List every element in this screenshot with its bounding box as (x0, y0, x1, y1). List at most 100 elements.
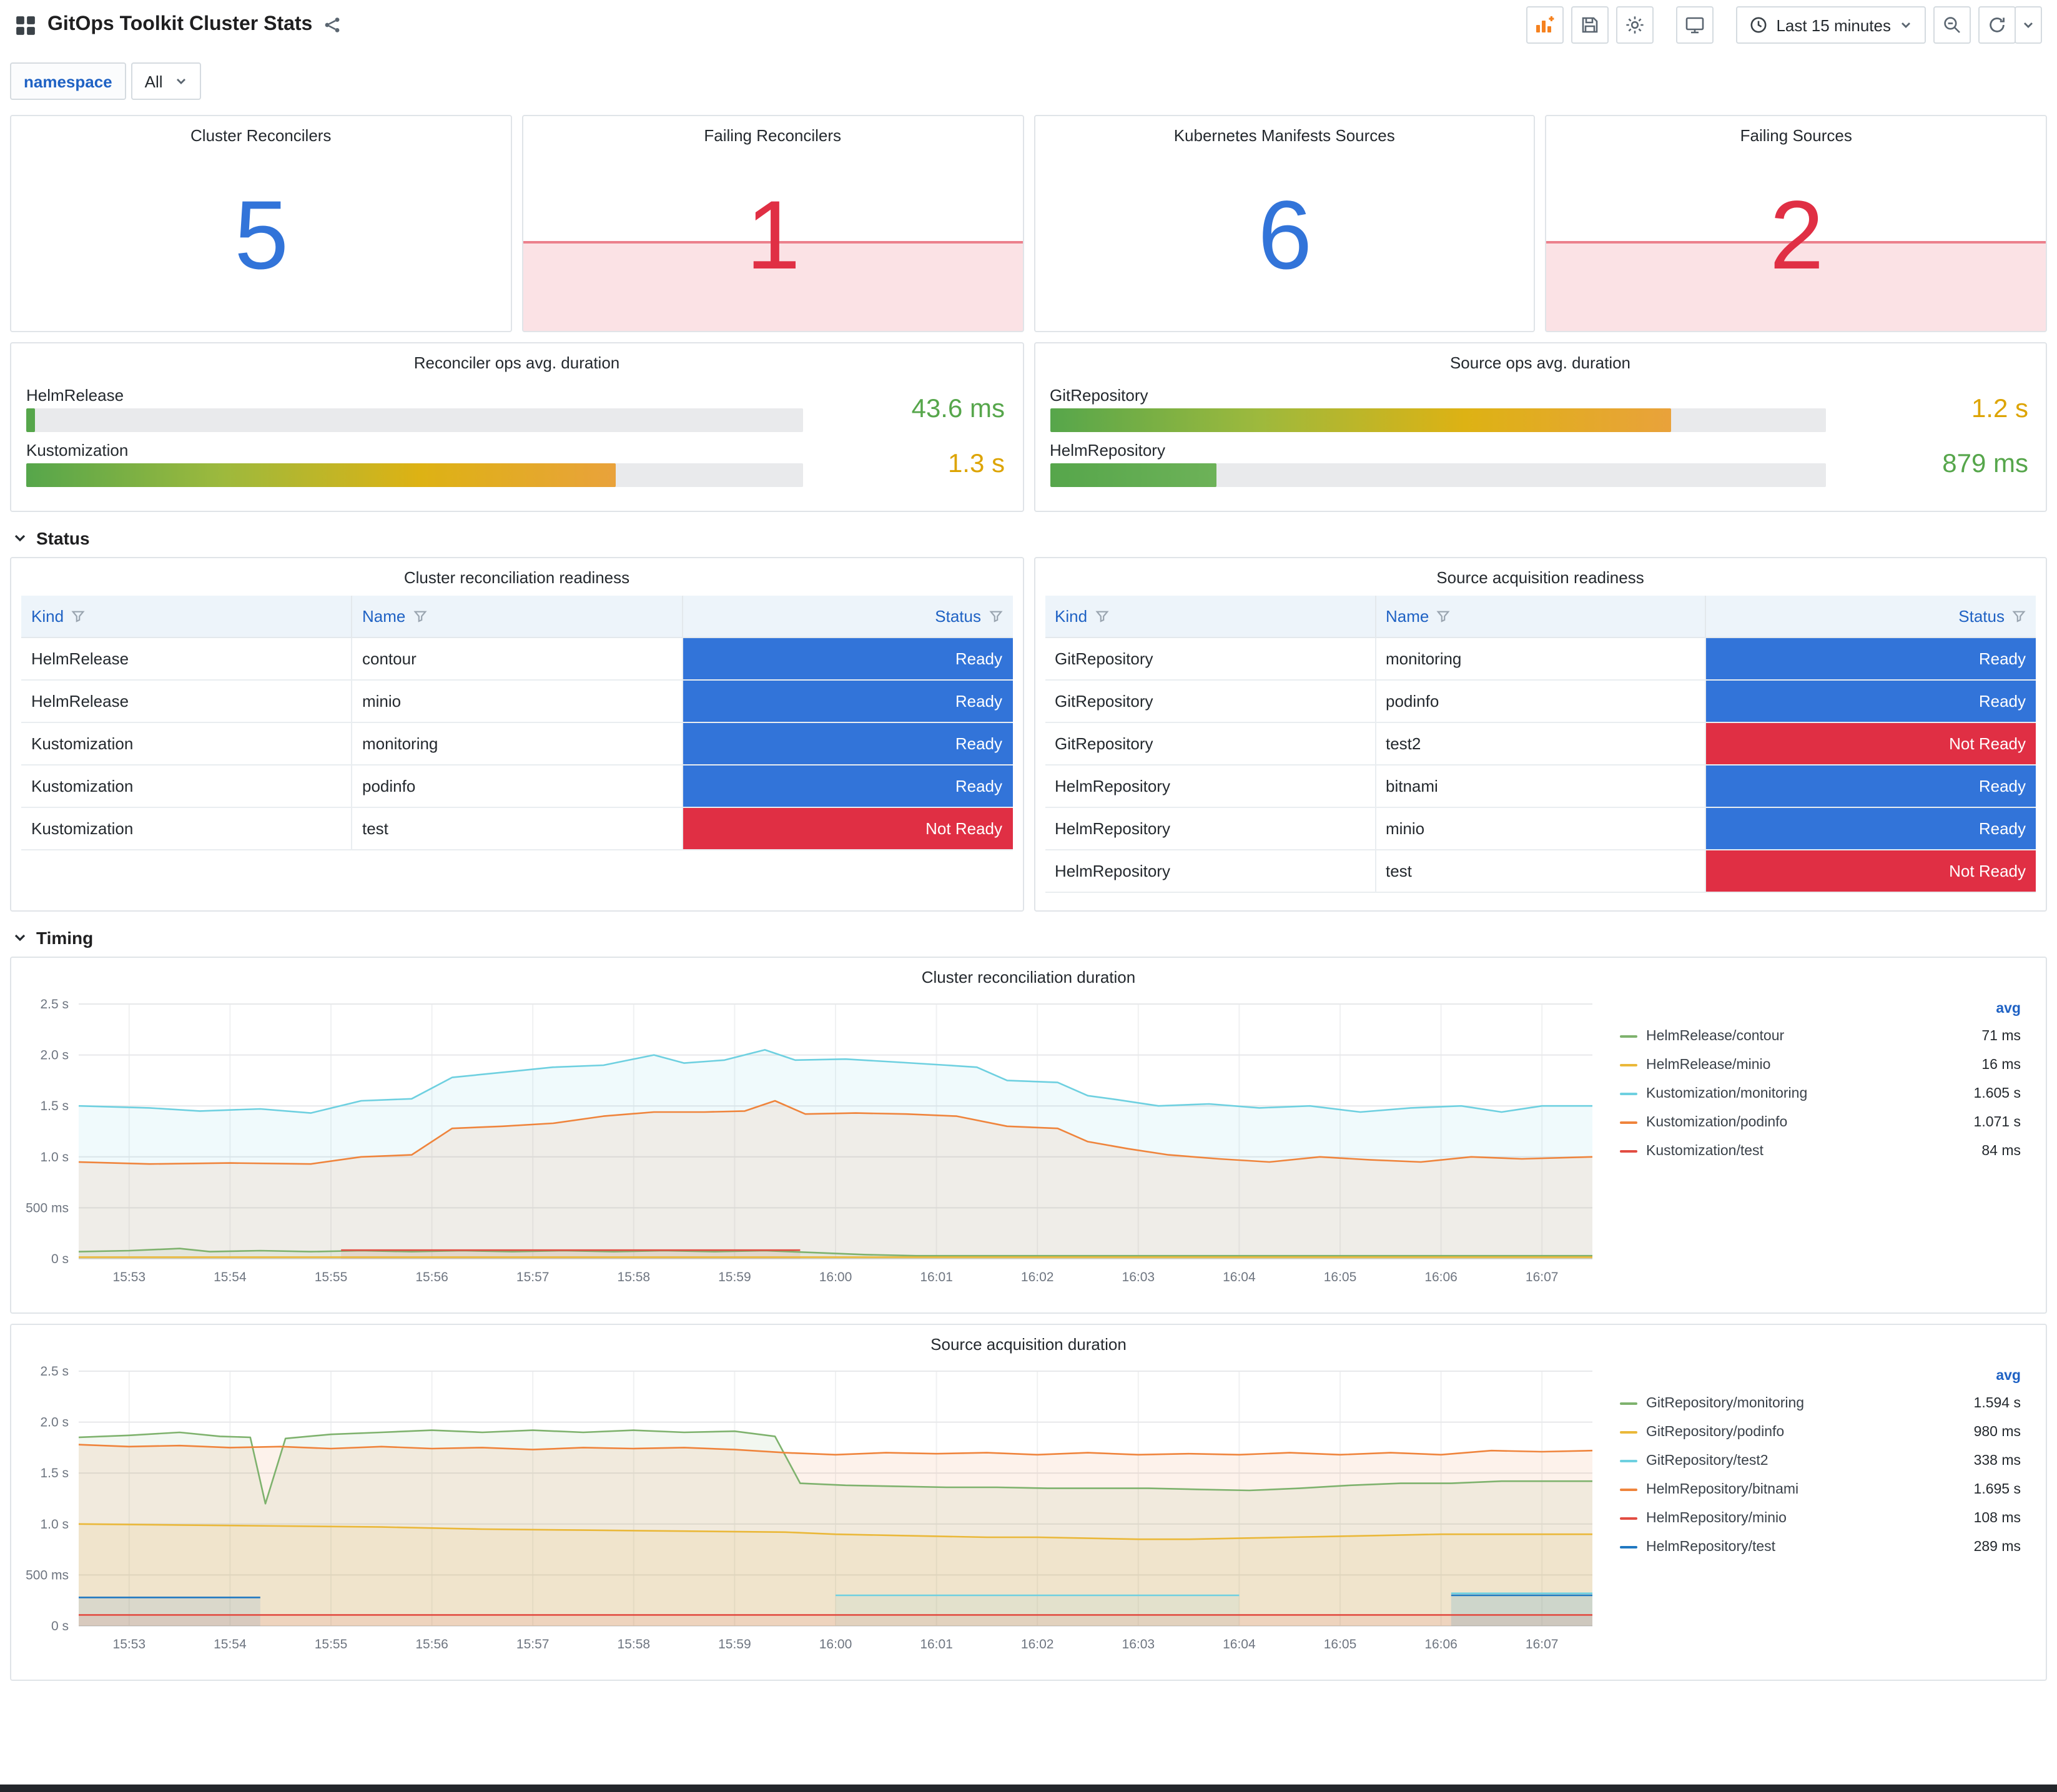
series-color-dash (1620, 1092, 1637, 1095)
share-icon[interactable] (323, 16, 341, 34)
bargauge-item: HelmRelease 43.6 ms (26, 386, 1007, 432)
legend-series-name[interactable]: GitRepository/monitoring (1646, 1396, 1804, 1410)
cell-kind: GitRepository (1045, 637, 1375, 680)
series-color-dash (1620, 1150, 1637, 1152)
column-header-kind[interactable]: Kind (21, 596, 352, 638)
legend-avg-header[interactable]: avg (1620, 1364, 2021, 1389)
legend-series-name[interactable]: HelmRepository/minio (1646, 1510, 1787, 1525)
table-row[interactable]: HelmRelease contour Ready (21, 637, 1012, 680)
legend-series-name[interactable]: Kustomization/monitoring (1646, 1086, 1807, 1101)
bargauge-bar (26, 408, 36, 432)
legend-series-name[interactable]: GitRepository/test2 (1646, 1453, 1768, 1468)
time-range-picker[interactable]: Last 15 minutes (1736, 6, 1926, 44)
legend-series-name[interactable]: Kustomization/test (1646, 1143, 1763, 1158)
filter-icon[interactable] (413, 609, 427, 623)
readiness-table: Kind Name Status GitRepository monitoring Rea… (1045, 596, 2036, 892)
dashboard-title: GitOps Toolkit Cluster Stats (47, 14, 313, 35)
column-header-name[interactable]: Name (1374, 596, 1705, 638)
legend-series-name[interactable]: HelmRelease/minio (1646, 1057, 1770, 1072)
column-header-status[interactable]: Status (1705, 596, 2036, 638)
stat-value: 1 (746, 180, 801, 290)
section-header-status[interactable]: Status (12, 528, 2047, 548)
legend-item: Kustomization/test 84 ms (1620, 1136, 2021, 1165)
panel-title[interactable]: Reconciler ops avg. duration (26, 350, 1007, 377)
x-axis-label: 16:02 (1021, 1270, 1054, 1284)
table-row[interactable]: HelmRepository bitnami Ready (1045, 764, 2036, 807)
section-header-timing[interactable]: Timing (12, 928, 2047, 948)
legend-item: HelmRelease/minio 16 ms (1620, 1050, 2021, 1079)
refresh-button[interactable] (1978, 6, 2016, 44)
bargauge-value: 1.2 s (1971, 394, 2028, 423)
filter-icon[interactable] (1095, 609, 1108, 623)
bargauge-label: HelmRelease (26, 386, 124, 405)
table-row[interactable]: GitRepository test2 Not Ready (1045, 722, 2036, 765)
table-row[interactable]: HelmRepository minio Ready (1045, 807, 2036, 850)
cell-kind: HelmRelease (21, 679, 352, 722)
y-axis-label: 500 ms (26, 1201, 69, 1215)
x-axis-label: 16:07 (1526, 1270, 1559, 1284)
apps-grid-icon[interactable] (15, 14, 36, 36)
table-row[interactable]: Kustomization monitoring Ready (21, 722, 1012, 765)
legend-series-name[interactable]: Kustomization/podinfo (1646, 1115, 1787, 1130)
table-panel: Source acquisition readiness Kind Name Stat… (1033, 557, 2047, 912)
bargauge-bar (26, 463, 616, 487)
table-row[interactable]: Kustomization podinfo Ready (21, 764, 1012, 807)
stat-value: 2 (1769, 180, 1824, 290)
add-panel-button[interactable] (1526, 6, 1564, 44)
x-axis-label: 15:53 (113, 1637, 146, 1652)
panel-title[interactable]: Source acquisition duration (21, 1331, 2036, 1359)
column-header-name[interactable]: Name (351, 596, 682, 638)
legend-item: Kustomization/podinfo 1.071 s (1620, 1108, 2021, 1136)
y-axis-label: 1.0 s (40, 1150, 69, 1164)
panel-title[interactable]: Cluster reconciliation readiness (21, 564, 1012, 592)
table-row[interactable]: GitRepository monitoring Ready (1045, 637, 2036, 680)
table-row[interactable]: HelmRepository test Not Ready (1045, 849, 2036, 892)
series-color-dash (1620, 1459, 1637, 1462)
bargauge-value: 43.6 ms (911, 394, 1005, 423)
bargauge-value: 879 ms (1942, 449, 2028, 478)
y-axis-label: 2.0 s (40, 1415, 69, 1430)
bargauge-track (1050, 408, 1826, 432)
zoom-out-time-button[interactable] (1933, 6, 1971, 44)
legend-avg-value: 289 ms (1973, 1539, 2021, 1554)
dashboard-settings-button[interactable] (1616, 6, 1654, 44)
bargauge-item: GitRepository 1.2 s (1050, 386, 2031, 432)
filter-icon[interactable] (1436, 609, 1450, 623)
chart-canvas[interactable]: 15:53 15:54 15:55 15:56 15:57 15:58 15:59 16:00… (21, 1361, 1607, 1658)
bargauge-bar (1050, 463, 1217, 487)
filter-icon[interactable] (2012, 609, 2026, 623)
panel-title[interactable]: Source ops avg. duration (1050, 350, 2031, 377)
filter-icon[interactable] (989, 609, 1002, 623)
tv-mode-button[interactable] (1676, 6, 1714, 44)
legend-avg-value: 1.605 s (1973, 1086, 2021, 1101)
x-axis-label: 15:56 (415, 1270, 448, 1284)
variable-value-dropdown[interactable]: All (131, 62, 202, 100)
legend-series-name[interactable]: HelmRelease/contour (1646, 1028, 1784, 1043)
table-row[interactable]: GitRepository podinfo Ready (1045, 679, 2036, 722)
x-axis-label: 16:01 (920, 1637, 953, 1652)
column-header-kind[interactable]: Kind (1045, 596, 1375, 638)
series-color-dash (1620, 1121, 1637, 1123)
save-dashboard-button[interactable] (1571, 6, 1609, 44)
x-axis-label: 16:07 (1526, 1637, 1559, 1652)
chevron-down-icon (2024, 22, 2033, 28)
table-row[interactable]: HelmRelease minio Ready (21, 679, 1012, 722)
y-axis-label: 2.0 s (40, 1048, 69, 1063)
table-row[interactable]: Kustomization test Not Ready (21, 807, 1012, 850)
panel-title[interactable]: Cluster reconciliation duration (21, 964, 2036, 992)
legend-series-name[interactable]: GitRepository/podinfo (1646, 1424, 1784, 1439)
chart-canvas[interactable]: 15:53 15:54 15:55 15:56 15:57 15:58 15:59 16:00… (21, 994, 1607, 1291)
legend-avg-header[interactable]: avg (1620, 997, 2021, 1022)
series-color-dash (1620, 1545, 1637, 1548)
chart-body: 15:53 15:54 15:55 15:56 15:57 15:58 15:59 16:00… (21, 994, 2036, 1297)
cell-kind: GitRepository (1045, 722, 1375, 765)
x-axis-label: 16:04 (1223, 1270, 1256, 1284)
panel-title[interactable]: Source acquisition readiness (1045, 564, 2036, 592)
stat-panel: Cluster Reconcilers 5 (10, 115, 512, 332)
refresh-interval-dropdown[interactable] (2015, 6, 2042, 44)
filter-icon[interactable] (71, 609, 85, 623)
bargauge-bar (1050, 408, 1671, 432)
legend-series-name[interactable]: HelmRepository/test (1646, 1539, 1775, 1554)
legend-series-name[interactable]: HelmRepository/bitnami (1646, 1482, 1798, 1497)
column-header-status[interactable]: Status (681, 596, 1012, 638)
